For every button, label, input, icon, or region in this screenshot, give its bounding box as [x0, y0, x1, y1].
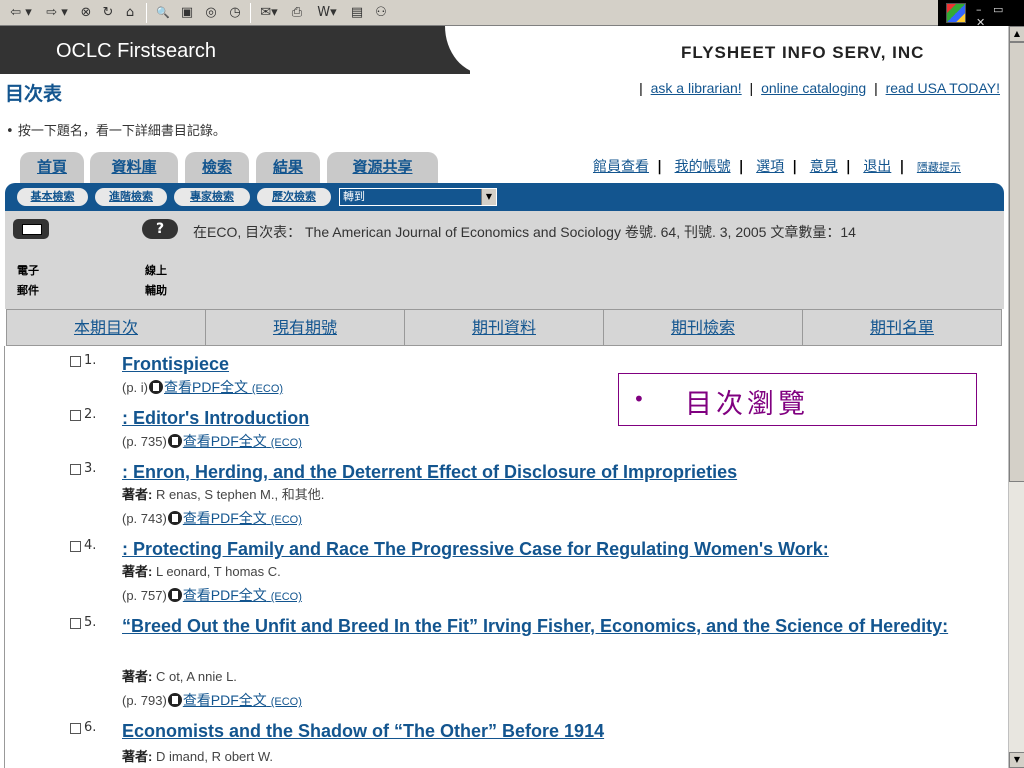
online-cataloging-link[interactable]: online cataloging	[761, 80, 866, 96]
my-account-link[interactable]: 我的帳號	[675, 159, 731, 175]
issue-info-text: 在ECO, 目次表： The American Journal of Econo…	[193, 224, 856, 240]
hide-tips-link[interactable]: 隱藏提示	[917, 159, 961, 175]
article-authors: 著者: D imand, R obert W.	[122, 749, 274, 764]
pdf-link[interactable]: 查看PDF全文 (ECO)	[183, 433, 302, 449]
item-number: 5.	[84, 615, 97, 630]
select-checkbox[interactable]	[70, 723, 81, 734]
article-authors: 著者: C ot, A nnie L.	[122, 669, 237, 684]
window-corner: – ▭ ✕	[938, 0, 1024, 29]
goto-select[interactable]: 轉到 ▼	[339, 188, 497, 206]
nav-journal-search[interactable]: 期刊檢索	[604, 310, 803, 345]
select-checkbox[interactable]	[70, 410, 81, 421]
item-number: 1.	[84, 353, 97, 368]
advanced-search-button[interactable]: 進階檢索	[95, 188, 167, 206]
article-meta: (p. i) 查看PDF全文 (ECO)	[122, 379, 284, 395]
select-checkbox[interactable]	[70, 464, 81, 475]
pdf-icon	[167, 434, 182, 448]
select-checkbox[interactable]	[70, 618, 81, 629]
app-title: OCLC Firstsearch	[56, 40, 217, 62]
scroll-up-icon[interactable]: ▲	[1009, 26, 1024, 42]
article-authors: 著者: L eonard, T homas C.	[122, 564, 281, 579]
article-authors: 著者: R enas, S tephen M., 和其他.	[122, 487, 325, 502]
home-icon[interactable]: ⌂	[122, 4, 138, 22]
tab-resource-sharing[interactable]: 資源共享	[327, 152, 438, 184]
search-icon[interactable]: 🔍	[154, 4, 172, 22]
nav-current-issues[interactable]: 現有期號	[206, 310, 405, 345]
tab-search[interactable]: 檢索	[185, 152, 249, 184]
bullet-icon: •	[633, 387, 645, 411]
article-meta: (p. 735) 查看PDF全文 (ECO)	[122, 433, 302, 449]
basic-search-button[interactable]: 基本檢索	[17, 188, 88, 206]
annotation-callout: • 目次瀏覽	[618, 373, 977, 426]
discuss-icon[interactable]: ▤	[348, 4, 366, 22]
article-meta: (p. 743) 查看PDF全文 (ECO)	[122, 510, 302, 526]
help-label[interactable]: 線上輔助	[145, 261, 175, 301]
item-number: 2.	[84, 407, 97, 422]
scroll-down-icon[interactable]: ▼	[1009, 752, 1024, 768]
print-icon[interactable]: ⎙	[288, 4, 306, 22]
article-title[interactable]: Economists and the Shadow of “The Other”…	[122, 717, 952, 745]
forward-icon[interactable]: ⇨ ▾	[40, 4, 74, 22]
browser-toolbar: ⇦ ▾ ⇨ ▾ ⊗ ↻ ⌂ 🔍 ▣ ◎ ◷ ✉▾ ⎙ W▾ ▤ ⚇ – ▭ ✕	[0, 0, 1024, 29]
exit-link[interactable]: 退出	[863, 159, 891, 175]
site-header: OCLC Firstsearch FLYSHEET INFO SERV, INC	[0, 26, 1008, 74]
item-number: 4.	[84, 538, 97, 553]
item-number: 3.	[84, 461, 97, 476]
tab-results[interactable]: 結果	[256, 152, 320, 184]
nav-journal-info[interactable]: 期刊資料	[405, 310, 604, 345]
article-title[interactable]: : Protecting Family and Race The Progres…	[122, 535, 952, 563]
email-label[interactable]: 電子郵件	[17, 261, 47, 301]
email-icon[interactable]	[13, 219, 49, 239]
article-meta: (p. 757) 查看PDF全文 (ECO)	[122, 587, 302, 603]
ask-librarian-link[interactable]: ask a librarian!	[651, 80, 742, 96]
windows-logo-icon	[946, 3, 966, 23]
select-checkbox[interactable]	[70, 541, 81, 552]
previous-searches-button[interactable]: 歷次檢索	[257, 188, 331, 206]
pdf-icon	[167, 693, 182, 707]
page-title: 目次表	[5, 83, 63, 105]
scroll-thumb[interactable]	[1009, 42, 1024, 482]
pdf-icon	[167, 588, 182, 602]
mail-icon[interactable]: ✉▾	[256, 4, 282, 22]
organization-name: FLYSHEET INFO SERV, INC	[681, 43, 925, 62]
expert-search-button[interactable]: 專家檢索	[174, 188, 250, 206]
history-icon[interactable]: ◷	[226, 4, 244, 22]
select-checkbox[interactable]	[70, 356, 81, 367]
callout-text: 目次瀏覽	[685, 389, 809, 420]
favorites-icon[interactable]: ▣	[178, 4, 196, 22]
pdf-link[interactable]: 查看PDF全文 (ECO)	[164, 379, 283, 395]
pdf-icon	[149, 380, 163, 394]
edit-icon[interactable]: W▾	[312, 4, 342, 22]
pdf-link[interactable]: 查看PDF全文 (ECO)	[183, 587, 302, 603]
article-meta: (p. 793) 查看PDF全文 (ECO)	[122, 692, 302, 708]
nav-toc[interactable]: 本期目次	[7, 310, 206, 345]
tab-databases[interactable]: 資料庫	[90, 152, 178, 184]
instruction-text: • 按一下題名，看一下詳細書目記錄。	[6, 124, 226, 139]
messenger-icon[interactable]: ⚇	[372, 4, 390, 22]
article-title[interactable]: : Enron, Herding, and the Deterrent Effe…	[122, 458, 952, 486]
tab-home[interactable]: 首頁	[20, 152, 84, 184]
help-icon[interactable]: ?	[142, 219, 178, 239]
article-title[interactable]: “Breed Out the Unfit and Breed In the Fi…	[122, 612, 952, 640]
back-icon[interactable]: ⇦ ▾	[4, 4, 38, 22]
pdf-link[interactable]: 查看PDF全文 (ECO)	[183, 692, 302, 708]
journal-nav-row: 本期目次 現有期號 期刊資料 期刊檢索 期刊名單	[6, 309, 1002, 346]
item-number: 6.	[84, 720, 97, 735]
issue-info-panel: 電子郵件 ? 線上輔助 在ECO, 目次表： The American Jour…	[5, 211, 1004, 309]
refresh-icon[interactable]: ↻	[100, 4, 116, 22]
pdf-icon	[167, 511, 182, 525]
staff-view-link[interactable]: 館員查看	[593, 159, 649, 175]
comments-link[interactable]: 意見	[810, 159, 838, 175]
media-icon[interactable]: ◎	[202, 4, 220, 22]
stop-icon[interactable]: ⊗	[78, 4, 94, 22]
options-link[interactable]: 選項	[756, 159, 784, 175]
pdf-link[interactable]: 查看PDF全文 (ECO)	[183, 510, 302, 526]
read-usa-today-link[interactable]: read USA TODAY!	[886, 80, 1000, 96]
vertical-scrollbar[interactable]: ▲ ▼	[1008, 26, 1024, 768]
chevron-down-icon[interactable]: ▼	[481, 189, 496, 205]
nav-journal-list[interactable]: 期刊名單	[803, 310, 1001, 345]
top-links: | ask a librarian! | online cataloging |…	[639, 80, 1000, 96]
user-links: 館員查看 | 我的帳號 | 選項 | 意見 | 退出 | 隱藏提示	[593, 159, 961, 175]
